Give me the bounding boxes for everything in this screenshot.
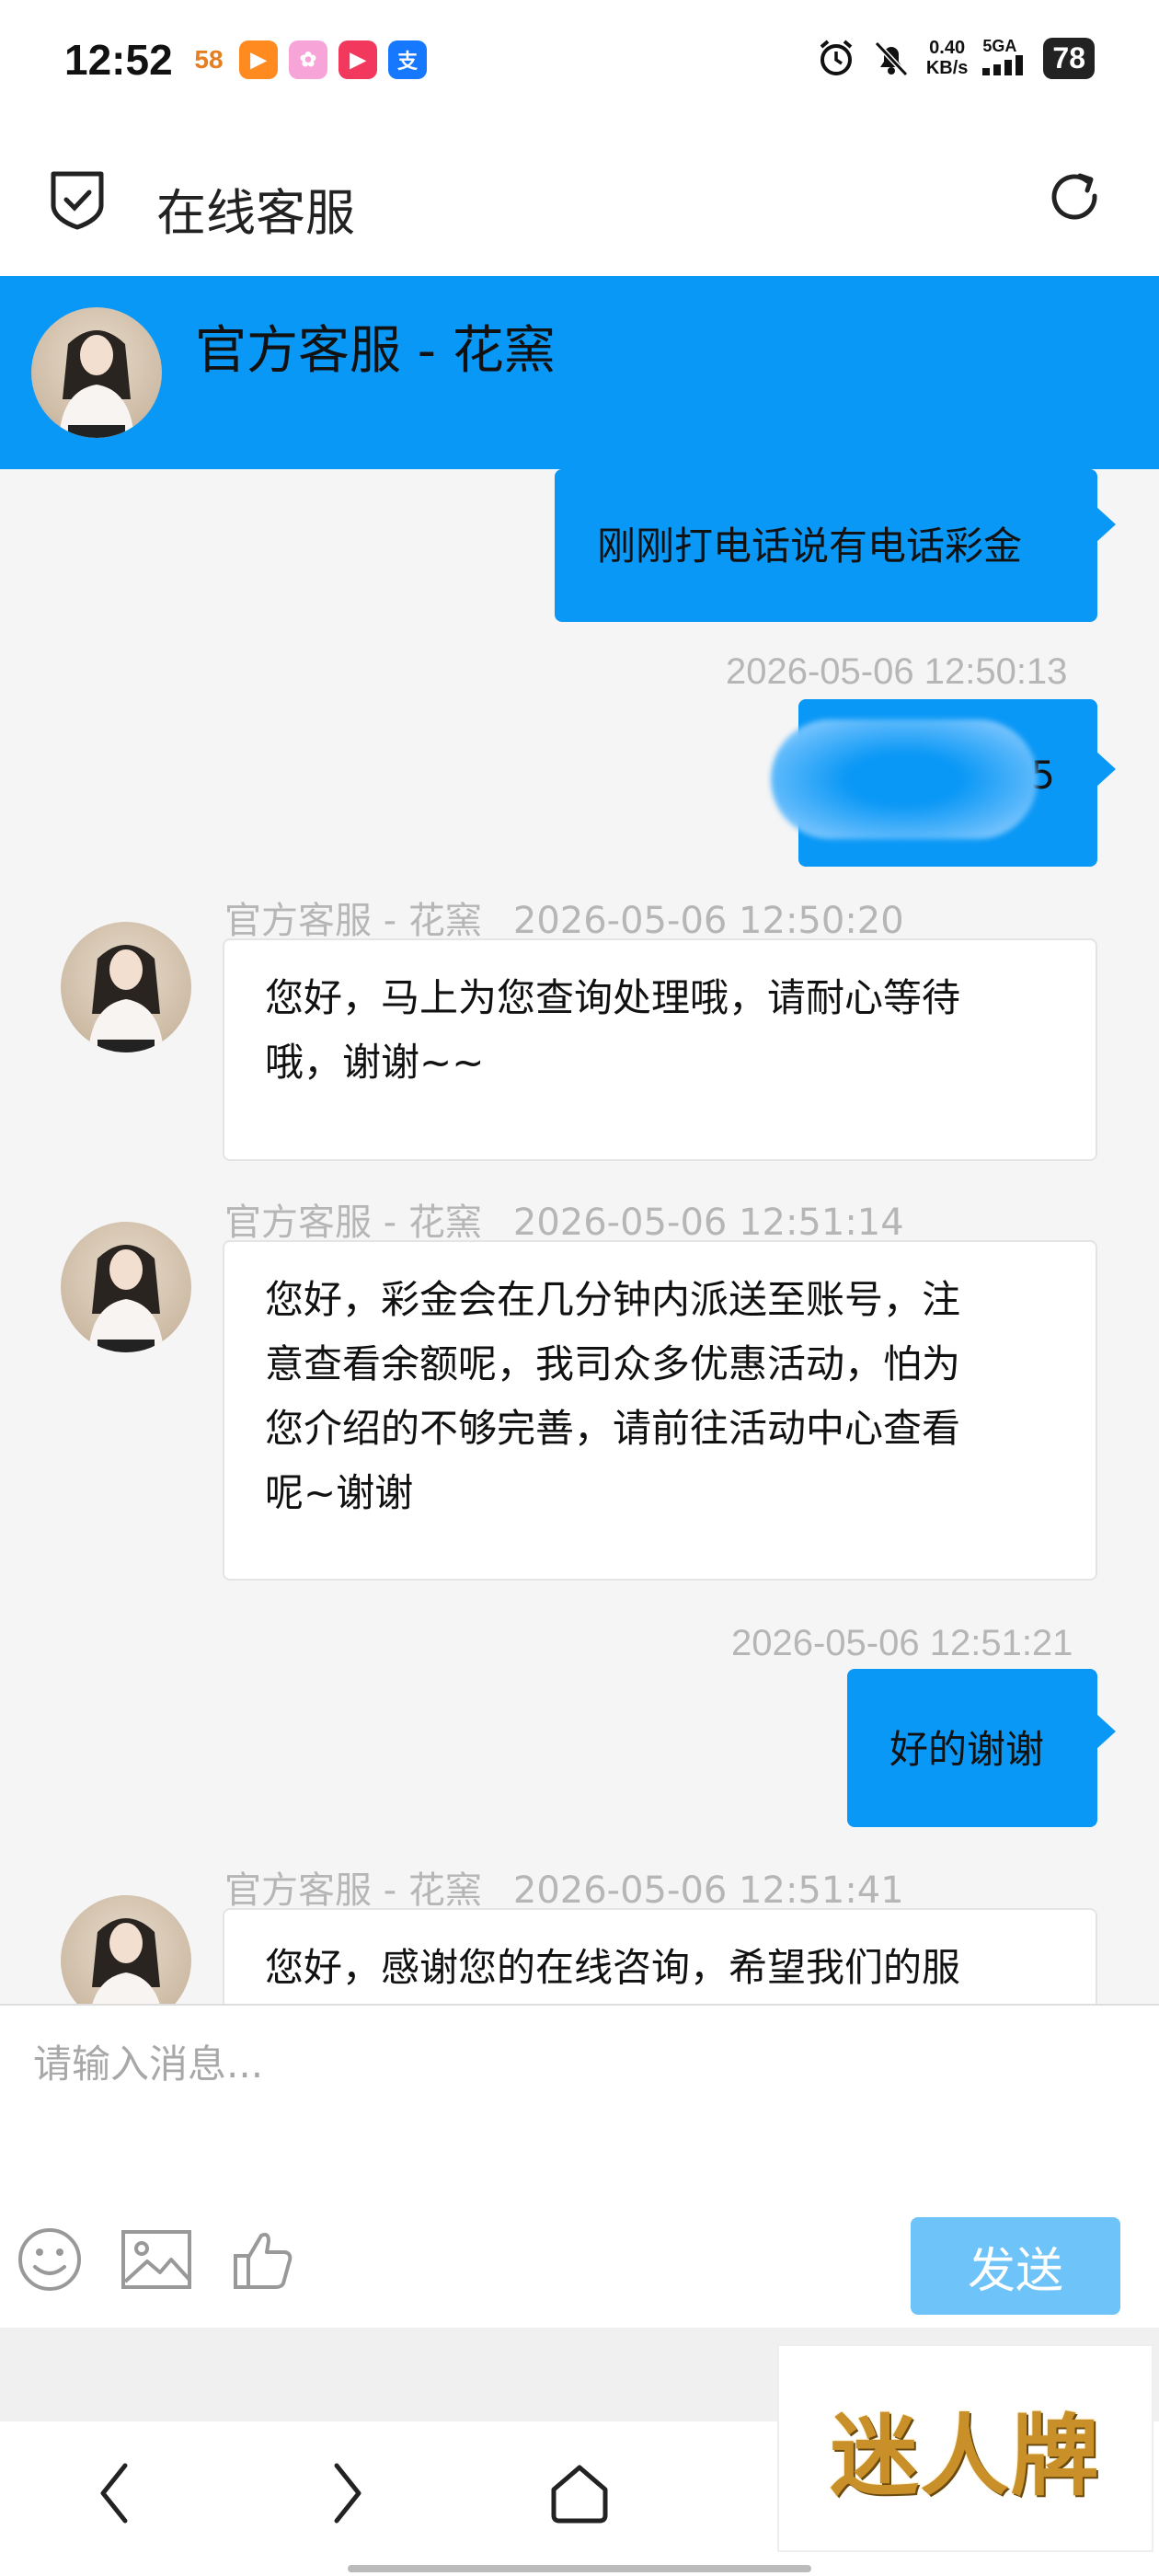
alipay-icon: 支: [388, 40, 427, 79]
app-58-icon: 58: [194, 45, 224, 74]
composer-toolbar: [17, 2226, 296, 2293]
send-button[interactable]: 发送: [911, 2217, 1120, 2315]
message-text: 好的谢谢: [889, 1727, 1045, 1772]
red-video-app-icon: ▶: [339, 40, 377, 79]
image-icon[interactable]: [120, 2228, 193, 2291]
message-line: 您介绍的不够完善，请前往活动中心查看: [265, 1406, 961, 1451]
kids-app-icon: ✿: [289, 40, 327, 79]
thumbs-up-icon[interactable]: [230, 2226, 296, 2293]
status-bar: 12:52 58 ▶ ✿ ▶ 支 0.40 KB/s 5GA 78: [0, 0, 1159, 124]
incoming-message: 您好，彩金会在几分钟内派送至账号，注 意查看余额呢，我司众多优惠活动，怕为 您介…: [223, 1240, 1097, 1581]
shield-check-icon[interactable]: [48, 168, 107, 231]
status-time: 12:52: [64, 36, 173, 84]
chat-message-list[interactable]: 刚刚打电话说有电话彩金 2026-05-06 12:50:13 5 官方客服 -…: [0, 469, 1159, 2004]
gesture-home-bar[interactable]: [348, 2565, 811, 2572]
signal-label: 5GA: [982, 37, 1017, 55]
alarm-icon: [820, 40, 853, 75]
outgoing-message-redacted: 5: [771, 699, 1116, 867]
signal-bars-icon: [982, 55, 1024, 75]
redaction-blur: [771, 719, 1038, 839]
sender-name: 官方客服 - 花窯: [224, 1202, 482, 1244]
message-timestamp: 2026-05-06 12:51:41: [512, 1869, 904, 1912]
page-title: 在线客服: [156, 184, 355, 242]
agent-portrait-icon: [88, 1245, 164, 1352]
message-line: 您好，马上为您查询处理哦，请耐心等待: [265, 975, 961, 1020]
message-timestamp: 2026-05-06 12:51:21: [731, 1623, 1073, 1663]
forward-arrow-icon[interactable]: [329, 2460, 366, 2526]
home-icon[interactable]: [548, 2462, 611, 2524]
brand-watermark: 迷人牌: [777, 2344, 1153, 2552]
watermark-logo-text: 迷人牌: [830, 2403, 1101, 2508]
agent-avatar: [61, 1222, 191, 1352]
agent-name: 官方客服 - 花窯: [195, 321, 556, 381]
message-timestamp: 2026-05-06 12:51:14: [512, 1202, 904, 1244]
message-meta: 官方客服 - 花窯 2026-05-06 12:50:20: [224, 891, 904, 944]
net-speed-value: 0.40: [929, 38, 966, 58]
outgoing-message: 刚刚打电话说有电话彩金: [555, 469, 1116, 622]
agent-portrait-icon: [92, 1918, 160, 2004]
chat-header: 官方客服 - 花窯: [0, 276, 1159, 469]
video-app-icon: ▶: [239, 40, 278, 79]
bubble-tail: [1096, 751, 1116, 788]
agent-avatar: [61, 922, 191, 1052]
message-timestamp: 2026-05-06 12:50:13: [726, 651, 1068, 692]
message-timestamp: 2026-05-06 12:50:20: [512, 900, 904, 942]
message-line: 您好，感谢您的在线咨询，希望我们的服: [265, 1945, 961, 1990]
signal-indicator: 5GA: [982, 37, 1028, 79]
bubble-tail: [1096, 506, 1116, 543]
message-line: 意查看余额呢，我司众多优惠活动，怕为: [265, 1341, 961, 1386]
agent-avatar: [31, 307, 162, 438]
message-text: 刚刚打电话说有电话彩金: [597, 523, 1023, 569]
net-speed: 0.40 KB/s: [926, 38, 969, 78]
message-input[interactable]: 请输入消息...: [33, 2033, 263, 2089]
message-meta: 官方客服 - 花窯 2026-05-06 12:51:41: [224, 1860, 904, 1914]
refresh-icon[interactable]: [1045, 168, 1104, 227]
status-indicators: 0.40 KB/s 5GA 78: [816, 37, 1095, 79]
status-app-icons: 58 ▶ ✿ ▶ 支: [189, 40, 427, 79]
title-bar: 在线客服: [0, 124, 1159, 276]
incoming-message: 您好，马上为您查询处理哦，请耐心等待 哦，谢谢~~: [223, 938, 1097, 1161]
agent-portrait-icon: [88, 945, 164, 1052]
net-speed-unit: KB/s: [925, 58, 969, 78]
message-line: 您好，彩金会在几分钟内派送至账号，注: [265, 1277, 961, 1322]
sender-name: 官方客服 - 花窯: [224, 900, 482, 942]
outgoing-message: 好的谢谢: [847, 1669, 1116, 1827]
back-arrow-icon[interactable]: [96, 2460, 132, 2526]
message-line: 呢~谢谢: [265, 1470, 414, 1515]
incoming-message: 您好，感谢您的在线咨询，希望我们的服: [223, 1908, 1097, 2004]
message-meta: 官方客服 - 花窯 2026-05-06 12:51:14: [224, 1192, 904, 1246]
bubble-tail: [1096, 1713, 1116, 1750]
sender-name: 官方客服 - 花窯: [224, 1869, 482, 1912]
emoji-icon[interactable]: [17, 2226, 83, 2293]
agent-avatar: [61, 1895, 191, 2004]
message-line: 哦，谢谢~~: [265, 1040, 485, 1085]
battery-indicator: 78: [1043, 37, 1095, 79]
agent-portrait-icon: [59, 330, 134, 438]
mute-bell-icon: [874, 40, 909, 77]
message-composer: 请输入消息... 发送: [0, 2004, 1159, 2329]
